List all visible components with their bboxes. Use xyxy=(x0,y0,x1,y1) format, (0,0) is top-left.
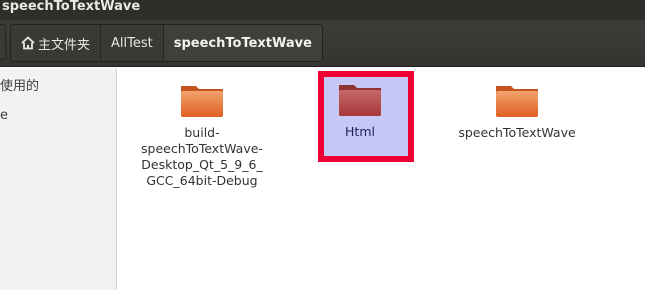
sidebar-item-recent[interactable]: 使用的 xyxy=(0,77,117,97)
crumb-home[interactable]: 主文件夹 xyxy=(11,25,102,61)
sidebar-item-home[interactable]: e xyxy=(0,106,117,126)
folder-html-name: Html xyxy=(345,124,375,139)
folder-build-name-3: Desktop_Qt_5_9_6_ xyxy=(141,157,263,172)
back-button[interactable] xyxy=(0,24,6,60)
breadcrumb: 主文件夹 AllTest speechToTextWave xyxy=(10,24,323,62)
crumb-home-label: 主文件夹 xyxy=(38,37,91,53)
folder-build-name-2: speechToTextWave- xyxy=(141,141,263,156)
sidebar: 使用的 e xyxy=(0,68,117,290)
folder-icon xyxy=(181,86,223,117)
crumb-current-label: speechToTextWave xyxy=(173,35,312,51)
crumb-alltest[interactable]: AllTest xyxy=(101,25,164,61)
sidebar-item-recent-label: 使用的 xyxy=(0,79,40,94)
toolbar: 主文件夹 AllTest speechToTextWave xyxy=(0,20,645,67)
crumb-current[interactable]: speechToTextWave xyxy=(163,25,322,61)
folder-build-name-4: GCC_64bit-Debug xyxy=(146,173,258,188)
folder-icon xyxy=(339,85,381,116)
folder-icon xyxy=(496,86,538,117)
folder-speechtotextwave-name: speechToTextWave xyxy=(458,125,576,140)
crumb-alltest-label: AllTest xyxy=(111,35,153,51)
home-icon xyxy=(21,36,35,50)
folder-html[interactable]: Html xyxy=(318,79,402,140)
sidebar-item-home-label: e xyxy=(0,108,8,123)
folder-build-name-1: build- xyxy=(184,125,220,140)
folder-build[interactable]: build- speechToTextWave- Desktop_Qt_5_9_… xyxy=(130,80,274,189)
folder-speechtotextwave[interactable]: speechToTextWave xyxy=(445,80,589,141)
window-title: speechToTextWave xyxy=(0,0,645,20)
